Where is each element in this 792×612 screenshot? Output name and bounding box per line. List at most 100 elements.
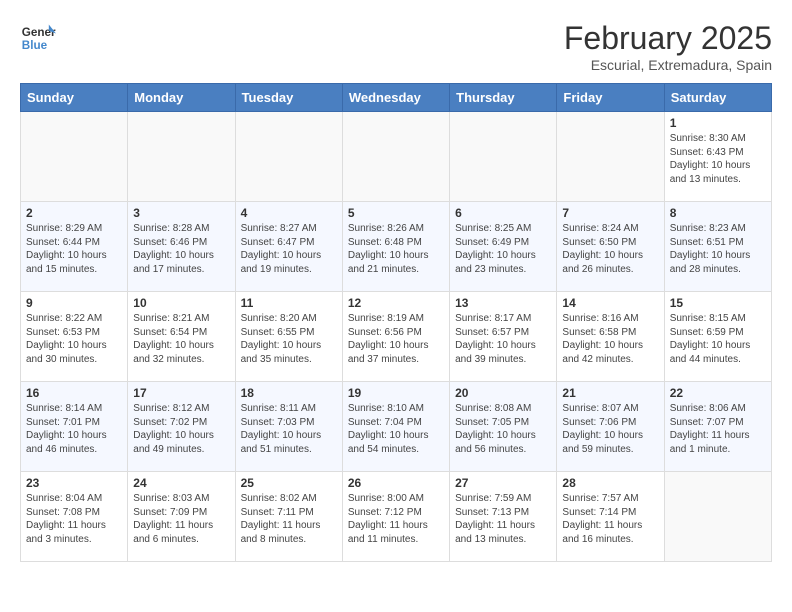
- page-header: General Blue February 2025 Escurial, Ext…: [20, 20, 772, 73]
- day-info: Sunrise: 8:17 AM Sunset: 6:57 PM Dayligh…: [455, 312, 551, 366]
- header-friday: Friday: [557, 84, 664, 112]
- day-number: 3: [133, 206, 229, 220]
- calendar-cell: 21 Sunrise: 8:07 AM Sunset: 7:06 PM Dayli…: [557, 382, 664, 472]
- day-info: Sunrise: 8:00 AM Sunset: 7:12 PM Dayligh…: [348, 492, 444, 546]
- calendar-cell: 22 Sunrise: 8:06 AM Sunset: 7:07 PM Dayli…: [664, 382, 771, 472]
- calendar-cell: 11 Sunrise: 8:20 AM Sunset: 6:55 PM Dayli…: [235, 292, 342, 382]
- day-number: 27: [455, 476, 551, 490]
- calendar-cell: 16 Sunrise: 8:14 AM Sunset: 7:01 PM Dayli…: [21, 382, 128, 472]
- calendar-cell: [128, 112, 235, 202]
- month-title: February 2025: [564, 20, 772, 57]
- day-info: Sunrise: 8:19 AM Sunset: 6:56 PM Dayligh…: [348, 312, 444, 366]
- day-number: 2: [26, 206, 122, 220]
- day-info: Sunrise: 8:06 AM Sunset: 7:07 PM Dayligh…: [670, 402, 766, 456]
- day-number: 15: [670, 296, 766, 310]
- day-info: Sunrise: 8:07 AM Sunset: 7:06 PM Dayligh…: [562, 402, 658, 456]
- calendar-cell: 3Sunrise: 8:28 AM Sunset: 6:46 PM Daylig…: [128, 202, 235, 292]
- header-tuesday: Tuesday: [235, 84, 342, 112]
- day-number: 16: [26, 386, 122, 400]
- day-number: 25: [241, 476, 337, 490]
- calendar-cell: 10 Sunrise: 8:21 AM Sunset: 6:54 PM Dayli…: [128, 292, 235, 382]
- day-info: Sunrise: 7:57 AM Sunset: 7:14 PM Dayligh…: [562, 492, 658, 546]
- calendar-cell: 5Sunrise: 8:26 AM Sunset: 6:48 PM Daylig…: [342, 202, 449, 292]
- calendar-cell: [21, 112, 128, 202]
- day-info: Sunrise: 8:12 AM Sunset: 7:02 PM Dayligh…: [133, 402, 229, 456]
- day-info: Sunrise: 8:27 AM Sunset: 6:47 PM Dayligh…: [241, 222, 337, 276]
- calendar-cell: 20Sunrise: 8:08 AM Sunset: 7:05 PM Dayli…: [450, 382, 557, 472]
- day-info: Sunrise: 8:25 AM Sunset: 6:49 PM Dayligh…: [455, 222, 551, 276]
- week-row-2: 9 Sunrise: 8:22 AM Sunset: 6:53 PM Daylig…: [21, 292, 772, 382]
- day-info: Sunrise: 8:26 AM Sunset: 6:48 PM Dayligh…: [348, 222, 444, 276]
- day-number: 22: [670, 386, 766, 400]
- day-number: 18: [241, 386, 337, 400]
- day-info: Sunrise: 8:14 AM Sunset: 7:01 PM Dayligh…: [26, 402, 122, 456]
- day-info: Sunrise: 8:04 AM Sunset: 7:08 PM Dayligh…: [26, 492, 122, 546]
- header-monday: Monday: [128, 84, 235, 112]
- day-info: Sunrise: 8:08 AM Sunset: 7:05 PM Dayligh…: [455, 402, 551, 456]
- day-number: 24: [133, 476, 229, 490]
- calendar-cell: 4Sunrise: 8:27 AM Sunset: 6:47 PM Daylig…: [235, 202, 342, 292]
- day-info: Sunrise: 8:10 AM Sunset: 7:04 PM Dayligh…: [348, 402, 444, 456]
- day-number: 26: [348, 476, 444, 490]
- week-row-4: 23 Sunrise: 8:04 AM Sunset: 7:08 PM Dayli…: [21, 472, 772, 562]
- logo: General Blue: [20, 20, 56, 56]
- day-number: 11: [241, 296, 337, 310]
- calendar-cell: 8Sunrise: 8:23 AM Sunset: 6:51 PM Daylig…: [664, 202, 771, 292]
- day-number: 17: [133, 386, 229, 400]
- day-number: 21: [562, 386, 658, 400]
- day-info: Sunrise: 8:16 AM Sunset: 6:58 PM Dayligh…: [562, 312, 658, 366]
- svg-text:Blue: Blue: [22, 39, 48, 52]
- calendar-cell: 18 Sunrise: 8:11 AM Sunset: 7:03 PM Dayli…: [235, 382, 342, 472]
- calendar-cell: 13Sunrise: 8:17 AM Sunset: 6:57 PM Dayli…: [450, 292, 557, 382]
- day-number: 19: [348, 386, 444, 400]
- calendar-cell: 28 Sunrise: 7:57 AM Sunset: 7:14 PM Dayli…: [557, 472, 664, 562]
- week-row-3: 16 Sunrise: 8:14 AM Sunset: 7:01 PM Dayli…: [21, 382, 772, 472]
- calendar-cell: [450, 112, 557, 202]
- header-saturday: Saturday: [664, 84, 771, 112]
- day-number: 1: [670, 116, 766, 130]
- calendar-cell: 15 Sunrise: 8:15 AM Sunset: 6:59 PM Dayli…: [664, 292, 771, 382]
- day-number: 14: [562, 296, 658, 310]
- calendar-cell: [557, 112, 664, 202]
- day-number: 23: [26, 476, 122, 490]
- calendar-cell: 2 Sunrise: 8:29 AM Sunset: 6:44 PM Daylig…: [21, 202, 128, 292]
- calendar-table: SundayMondayTuesdayWednesdayThursdayFrid…: [20, 83, 772, 562]
- calendar-cell: [235, 112, 342, 202]
- day-number: 8: [670, 206, 766, 220]
- week-row-0: 1 Sunrise: 8:30 AM Sunset: 6:43 PM Daylig…: [21, 112, 772, 202]
- calendar-cell: 27 Sunrise: 7:59 AM Sunset: 7:13 PM Dayli…: [450, 472, 557, 562]
- day-number: 12: [348, 296, 444, 310]
- day-info: Sunrise: 8:30 AM Sunset: 6:43 PM Dayligh…: [670, 132, 766, 186]
- day-info: Sunrise: 8:29 AM Sunset: 6:44 PM Dayligh…: [26, 222, 122, 276]
- header-wednesday: Wednesday: [342, 84, 449, 112]
- title-block: February 2025 Escurial, Extremadura, Spa…: [564, 20, 772, 73]
- week-row-1: 2 Sunrise: 8:29 AM Sunset: 6:44 PM Daylig…: [21, 202, 772, 292]
- day-number: 28: [562, 476, 658, 490]
- header-row: SundayMondayTuesdayWednesdayThursdayFrid…: [21, 84, 772, 112]
- calendar-cell: 14 Sunrise: 8:16 AM Sunset: 6:58 PM Dayli…: [557, 292, 664, 382]
- day-info: Sunrise: 7:59 AM Sunset: 7:13 PM Dayligh…: [455, 492, 551, 546]
- day-number: 9: [26, 296, 122, 310]
- day-info: Sunrise: 8:15 AM Sunset: 6:59 PM Dayligh…: [670, 312, 766, 366]
- calendar-cell: 24 Sunrise: 8:03 AM Sunset: 7:09 PM Dayli…: [128, 472, 235, 562]
- day-info: Sunrise: 8:21 AM Sunset: 6:54 PM Dayligh…: [133, 312, 229, 366]
- day-info: Sunrise: 8:02 AM Sunset: 7:11 PM Dayligh…: [241, 492, 337, 546]
- day-info: Sunrise: 8:03 AM Sunset: 7:09 PM Dayligh…: [133, 492, 229, 546]
- day-number: 10: [133, 296, 229, 310]
- calendar-cell: [342, 112, 449, 202]
- day-info: Sunrise: 8:24 AM Sunset: 6:50 PM Dayligh…: [562, 222, 658, 276]
- calendar-cell: 26 Sunrise: 8:00 AM Sunset: 7:12 PM Dayli…: [342, 472, 449, 562]
- calendar-cell: 17 Sunrise: 8:12 AM Sunset: 7:02 PM Dayli…: [128, 382, 235, 472]
- day-info: Sunrise: 8:20 AM Sunset: 6:55 PM Dayligh…: [241, 312, 337, 366]
- logo-icon: General Blue: [20, 20, 56, 56]
- day-number: 6: [455, 206, 551, 220]
- header-sunday: Sunday: [21, 84, 128, 112]
- day-info: Sunrise: 8:22 AM Sunset: 6:53 PM Dayligh…: [26, 312, 122, 366]
- header-thursday: Thursday: [450, 84, 557, 112]
- calendar-cell: [664, 472, 771, 562]
- calendar-cell: 9 Sunrise: 8:22 AM Sunset: 6:53 PM Daylig…: [21, 292, 128, 382]
- day-info: Sunrise: 8:11 AM Sunset: 7:03 PM Dayligh…: [241, 402, 337, 456]
- calendar-cell: 19 Sunrise: 8:10 AM Sunset: 7:04 PM Dayli…: [342, 382, 449, 472]
- location: Escurial, Extremadura, Spain: [564, 57, 772, 73]
- calendar-cell: 7Sunrise: 8:24 AM Sunset: 6:50 PM Daylig…: [557, 202, 664, 292]
